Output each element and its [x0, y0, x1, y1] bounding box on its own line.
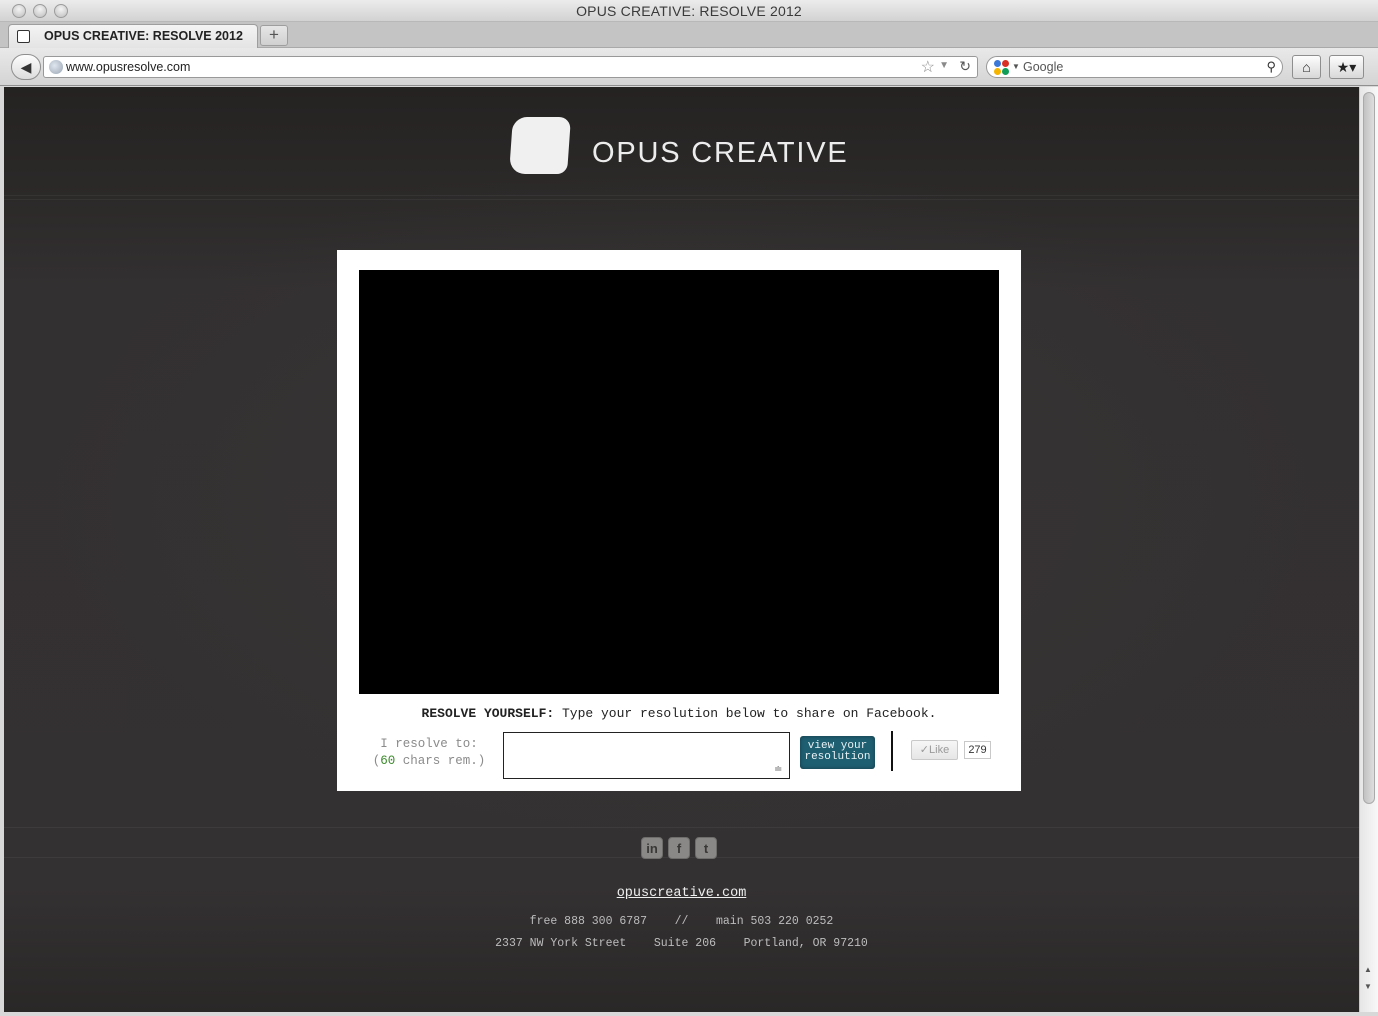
star-icon[interactable]: ☆ — [921, 57, 935, 77]
like-label: Like — [929, 744, 950, 756]
address-input[interactable]: www.opusresolve.com — [66, 60, 190, 74]
address-bar[interactable]: www.opusresolve.com ☆ ▼ ↻ — [43, 56, 978, 78]
brand-wordmark[interactable]: OPUS CREATIVE — [592, 137, 849, 170]
search-icon[interactable]: ⚲ — [1266, 59, 1276, 75]
home-button[interactable]: ⌂ — [1292, 55, 1321, 79]
globe-icon — [49, 60, 63, 74]
twitter-icon[interactable]: t — [695, 837, 717, 859]
phone-numbers: free 888 300 6787 // main 503 220 0252 — [529, 915, 834, 928]
resolution-input[interactable] — [503, 732, 790, 779]
resolve-label: I resolve to: (60 chars rem.) — [365, 736, 493, 770]
opuscreative-link[interactable]: opuscreative.com — [4, 886, 1359, 901]
window-titlebar: OPUS CREATIVE: RESOLVE 2012 — [0, 0, 1378, 22]
tab-opus-resolve[interactable]: OPUS CREATIVE: RESOLVE 2012 — [8, 24, 258, 48]
page-viewport: OPUS CREATIVE RESOLVE YOURSELF: Type you… — [4, 87, 1359, 1012]
view-resolution-button[interactable]: view your resolution — [800, 736, 875, 769]
google-engine-icon[interactable] — [994, 60, 1010, 76]
scroll-up-icon[interactable]: ▲ — [1364, 965, 1372, 974]
scrollbar-thumb[interactable] — [1363, 92, 1375, 804]
prompt-heading: RESOLVE YOURSELF: — [421, 706, 555, 721]
vertical-divider — [891, 731, 893, 771]
chars-remaining-count: 60 — [380, 754, 396, 768]
like-count: 279 — [964, 741, 991, 759]
prompt-text: Type your resolution below to share on F… — [554, 706, 937, 721]
new-tab-button[interactable]: + — [260, 25, 288, 46]
chars-remaining: (60 chars rem.) — [372, 754, 486, 768]
bookmark-star-icon: ★▾ — [1336, 59, 1357, 75]
navigation-toolbar: ◀ www.opusresolve.com ☆ ▼ ↻ ▼ Google ⚲ ⌂… — [0, 48, 1378, 86]
chevron-down-icon[interactable]: ▼ — [1012, 62, 1020, 71]
search-input[interactable]: Google — [1023, 60, 1063, 74]
history-dropdown-icon[interactable]: ▼ — [939, 60, 949, 71]
back-button[interactable]: ◀ — [11, 54, 41, 80]
tab-bar: OPUS CREATIVE: RESOLVE 2012 + — [0, 22, 1378, 48]
plus-icon: + — [269, 25, 279, 44]
check-icon: ✓ — [919, 744, 930, 756]
opus-logo-icon[interactable] — [509, 117, 571, 174]
search-bar[interactable]: ▼ Google ⚲ — [986, 56, 1283, 78]
resolution-card: RESOLVE YOURSELF: Type your resolution b… — [337, 250, 1021, 791]
video-player[interactable] — [359, 270, 999, 694]
reload-icon[interactable]: ↻ — [959, 58, 971, 75]
resize-grip-icon[interactable]: ≐ — [774, 764, 782, 775]
arrow-left-icon: ◀ — [20, 59, 32, 75]
linkedin-icon[interactable]: in — [641, 837, 663, 859]
page-favicon-icon — [17, 30, 30, 43]
vertical-scrollbar[interactable]: ▲ ▼ — [1359, 87, 1378, 1012]
tab-title: OPUS CREATIVE: RESOLVE 2012 — [44, 29, 243, 43]
bookmarks-button[interactable]: ★▾ — [1329, 55, 1364, 79]
window-title: OPUS CREATIVE: RESOLVE 2012 — [576, 3, 802, 19]
facebook-like-button[interactable]: ✓Like — [911, 740, 958, 760]
facebook-icon[interactable]: f — [668, 837, 690, 859]
scroll-down-icon[interactable]: ▼ — [1364, 982, 1372, 991]
street-address: 2337 NW York Street Suite 206 Portland, … — [495, 937, 868, 950]
home-icon: ⌂ — [1302, 59, 1311, 75]
resolve-prompt: RESOLVE YOURSELF: Type your resolution b… — [337, 706, 1021, 721]
resolve-to-label: I resolve to: — [380, 737, 478, 751]
